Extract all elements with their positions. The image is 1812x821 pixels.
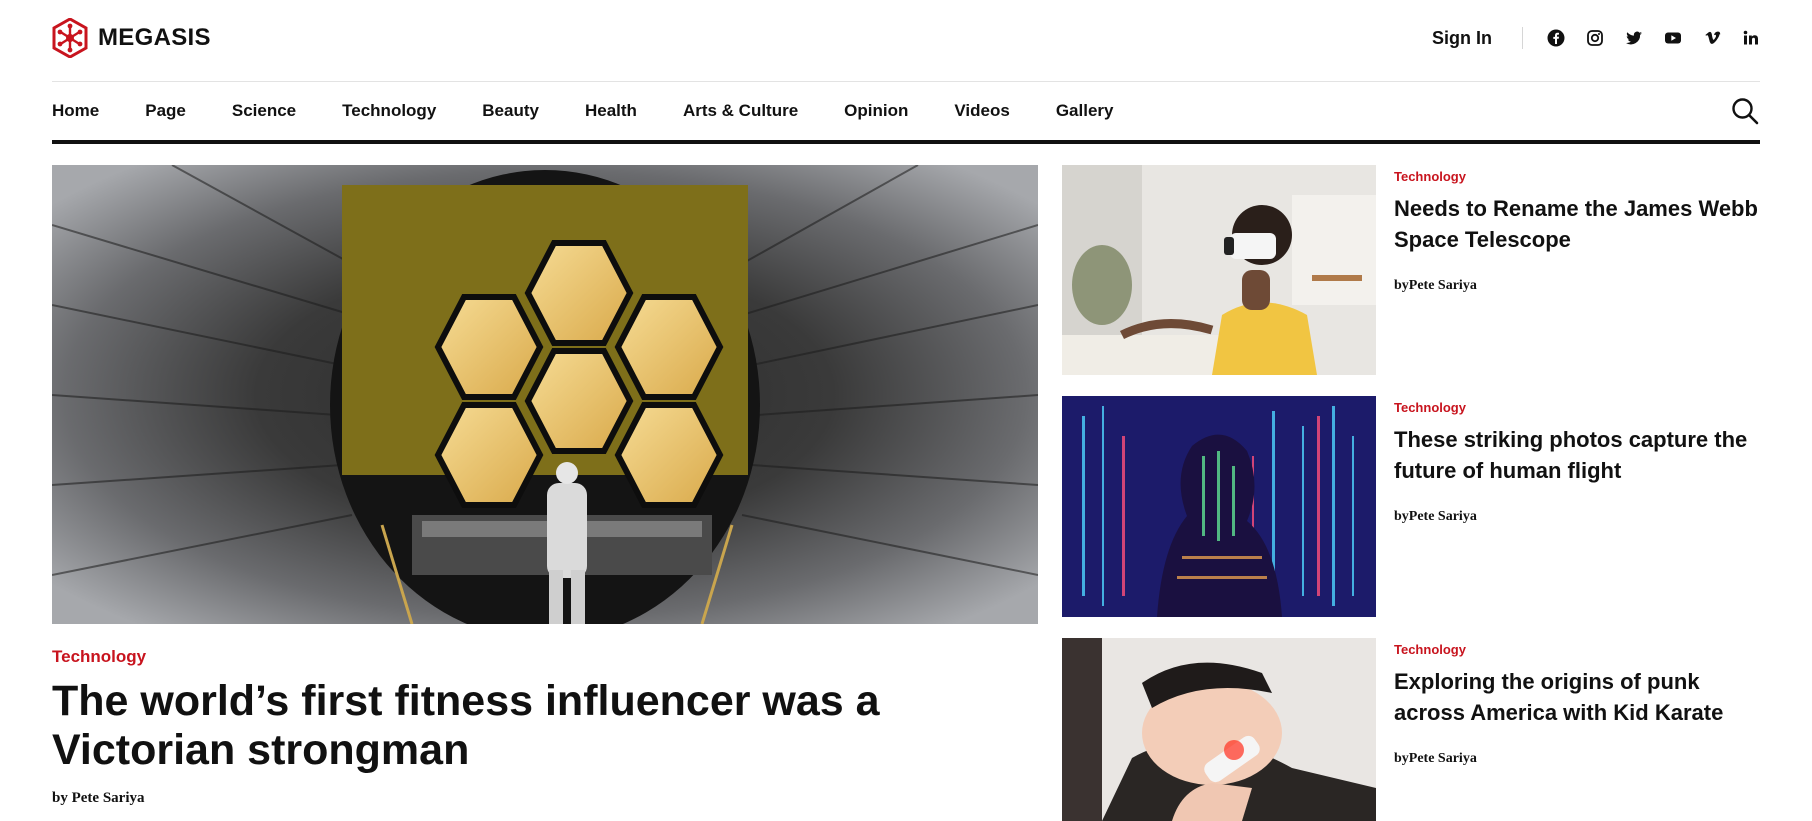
nav-item-technology[interactable]: Technology [342,101,436,121]
side-article-1-title[interactable]: Needs to Rename the James Webb Space Tel… [1394,193,1760,255]
site-header: MEGASIS Sign In [52,0,1760,82]
side-article-2-text: Technology These striking photos capture… [1394,396,1760,525]
twitter-icon[interactable] [1625,29,1643,47]
logo-icon [52,18,88,58]
search-icon[interactable] [1730,96,1760,126]
facebook-icon[interactable] [1547,29,1565,47]
sign-in-link[interactable]: Sign In [1432,28,1492,49]
side-article-3-title[interactable]: Exploring the origins of punk across Ame… [1394,666,1760,728]
side-article-3-category[interactable]: Technology [1394,642,1760,657]
side-article-3-image[interactable] [1062,638,1376,821]
hero-title[interactable]: The world’s first fitness influencer was… [52,677,952,775]
nav-item-videos[interactable]: Videos [954,101,1009,121]
hero-category[interactable]: Technology [52,647,146,667]
side-article-3-text: Technology Exploring the origins of punk… [1394,638,1760,767]
side-article-1-byline: byPete Sariya [1394,278,1477,293]
nav-item-arts-culture[interactable]: Arts & Culture [683,101,798,121]
youtube-icon[interactable] [1664,29,1682,47]
instagram-icon[interactable] [1586,29,1604,47]
hero-image[interactable] [52,165,1038,624]
side-article-2-byline: byPete Sariya [1394,509,1477,524]
nav-list: Home Page Science Technology Beauty Heal… [52,82,1760,140]
nav-item-beauty[interactable]: Beauty [482,101,539,121]
header-actions: Sign In [1432,24,1760,52]
nav-item-science[interactable]: Science [232,101,296,121]
nav-item-page[interactable]: Page [145,101,186,121]
main-nav: Home Page Science Technology Beauty Heal… [52,82,1760,144]
social-links [1547,29,1760,47]
side-article-1-text: Technology Needs to Rename the James Web… [1394,165,1760,294]
side-article-2-image[interactable] [1062,396,1376,617]
nav-item-home[interactable]: Home [52,101,99,121]
vimeo-icon[interactable] [1703,29,1721,47]
nav-item-opinion[interactable]: Opinion [844,101,908,121]
hero-byline: by Pete Sariya [52,790,145,806]
side-article-2-category[interactable]: Technology [1394,400,1760,415]
nav-item-health[interactable]: Health [585,101,637,121]
side-article-1-category[interactable]: Technology [1394,169,1760,184]
logo-text: MEGASIS [98,24,211,51]
header-divider [1522,27,1523,49]
nav-item-gallery[interactable]: Gallery [1056,101,1114,121]
linkedin-icon[interactable] [1742,29,1760,47]
side-article-2-title[interactable]: These striking photos capture the future… [1394,424,1760,486]
side-article-1-image[interactable] [1062,165,1376,375]
logo[interactable]: MEGASIS [52,18,211,58]
side-article-3-byline: byPete Sariya [1394,751,1477,766]
